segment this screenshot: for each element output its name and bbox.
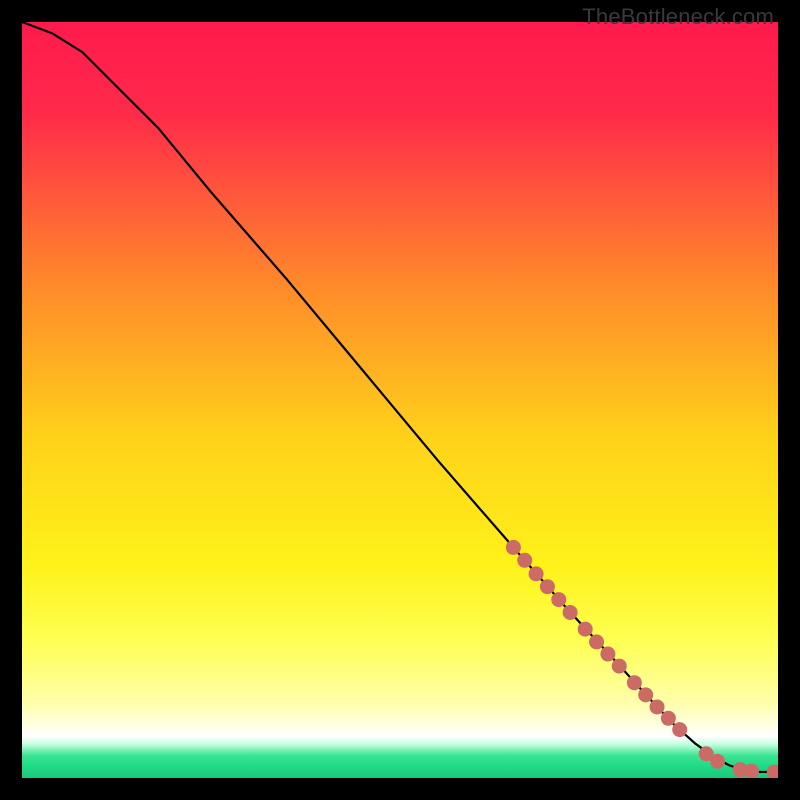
data-marker (744, 764, 759, 778)
data-marker (578, 622, 593, 637)
gradient-background (22, 22, 778, 778)
watermark-text: TheBottleneck.com (582, 4, 774, 30)
data-marker (627, 675, 642, 690)
data-marker (672, 722, 687, 737)
data-marker (650, 699, 665, 714)
data-marker (612, 659, 627, 674)
data-marker (563, 605, 578, 620)
data-marker (517, 553, 532, 568)
chart-frame (22, 22, 778, 778)
data-marker (551, 592, 566, 607)
data-marker (529, 566, 544, 581)
data-marker (661, 711, 676, 726)
data-marker (589, 634, 604, 649)
data-marker (710, 754, 725, 769)
plot-svg (22, 22, 778, 778)
data-marker (540, 579, 555, 594)
data-marker (638, 687, 653, 702)
data-marker (600, 647, 615, 662)
data-marker (506, 540, 521, 555)
